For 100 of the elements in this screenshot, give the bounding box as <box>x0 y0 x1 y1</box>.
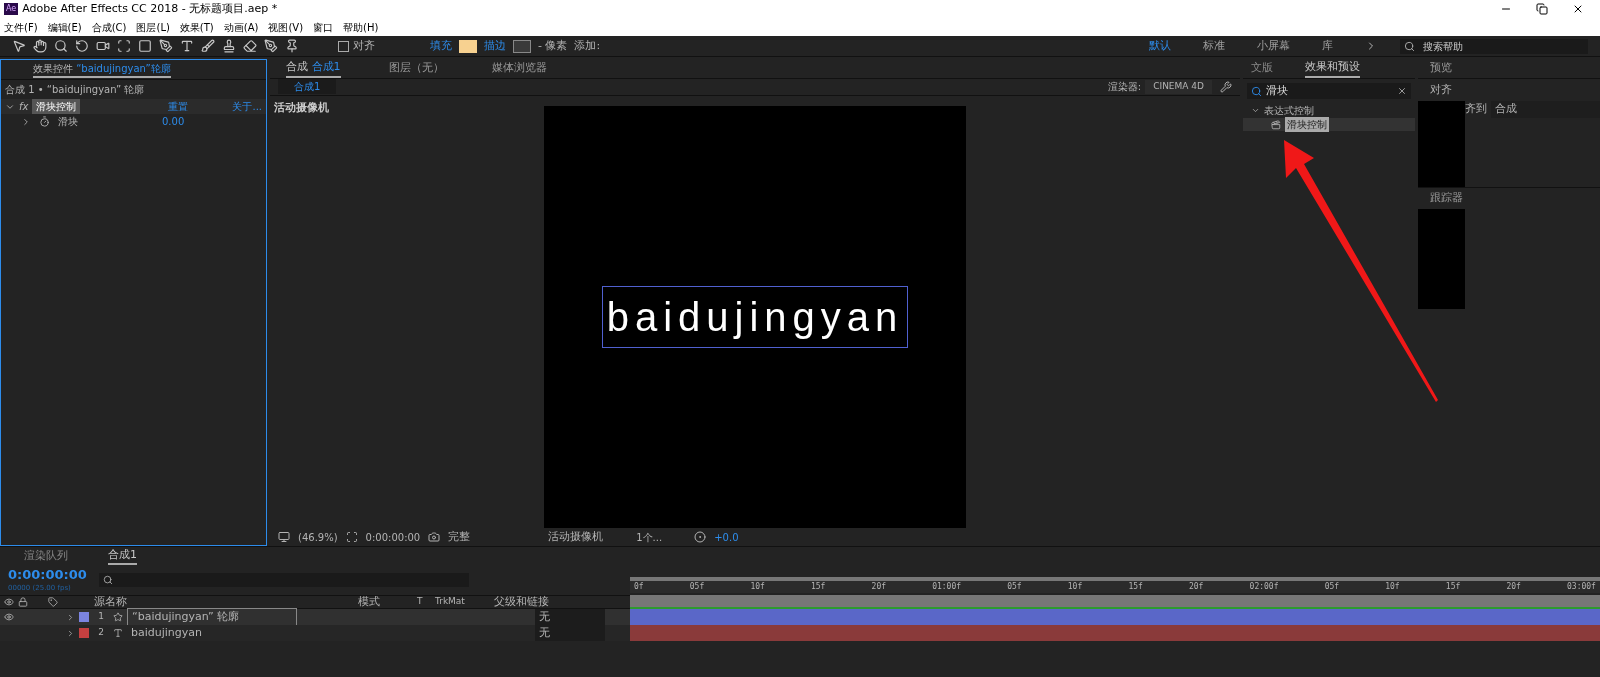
fx-label: fx <box>19 100 29 114</box>
hand-icon[interactable] <box>33 39 47 53</box>
brush-icon[interactable] <box>201 39 215 53</box>
tree-item[interactable]: 滑块控制 <box>1243 118 1415 131</box>
workspace-tab[interactable]: 小屏幕 <box>1257 37 1290 55</box>
lock-icon[interactable] <box>18 597 28 607</box>
time-tick: 10f <box>750 581 765 593</box>
column-header: 父级和链接 <box>494 593 549 610</box>
zoom-dropdown[interactable]: (46.9%) <box>298 529 338 545</box>
grid-icon[interactable] <box>345 531 358 544</box>
expand-icon[interactable] <box>1251 106 1260 115</box>
time-tick: 10f <box>1067 581 1083 593</box>
fill-label[interactable]: 填充 <box>430 37 452 55</box>
column-header: T <box>417 595 424 609</box>
rotate-icon[interactable] <box>75 39 89 53</box>
panel-tab[interactable]: 合成 合成1 <box>286 59 341 78</box>
label-icon[interactable] <box>48 597 58 607</box>
panel-tab[interactable]: 文版 <box>1251 60 1273 77</box>
panel-tab[interactable]: 合成1 <box>108 546 137 566</box>
menu-item[interactable]: 编辑(E) <box>47 19 82 35</box>
timecode[interactable]: 0:00:00:00 <box>8 566 87 583</box>
pin-icon[interactable] <box>285 39 299 53</box>
search-icon <box>102 575 113 585</box>
eraser-icon[interactable] <box>243 39 257 53</box>
panel-tab[interactable]: 效果和预设 <box>1305 59 1360 78</box>
close-icon[interactable] <box>1572 3 1584 15</box>
view-dropdown[interactable]: 活动摄像机 <box>548 528 629 546</box>
display-icon[interactable] <box>278 531 290 544</box>
search-icon <box>1404 40 1415 52</box>
menu-item[interactable]: 图层(L) <box>136 19 170 35</box>
menu-item[interactable]: 合成(C) <box>91 19 127 35</box>
time-tick: 01:00f <box>932 581 962 593</box>
panel-tab[interactable]: 渲染队列 <box>24 547 68 565</box>
property-name: 滑块 <box>58 115 78 129</box>
snapshot-icon[interactable] <box>428 531 441 544</box>
tree-folder[interactable]: 表达式控制 <box>1264 103 1314 118</box>
expand-icon[interactable] <box>21 116 31 127</box>
restore-icon[interactable] <box>1536 3 1548 15</box>
camera-label: 活动摄像机 <box>274 100 329 117</box>
align-to-dropdown[interactable]: 合成 <box>1491 101 1600 118</box>
about-link[interactable]: 关于... <box>232 99 262 114</box>
time-tick: 03:00f <box>1567 581 1596 593</box>
stroke-unit: - 像素 <box>538 37 568 54</box>
panel-tab[interactable]: 媒体浏览器 <box>491 60 547 77</box>
layer-name[interactable]: baidujingyan <box>127 624 297 642</box>
renderer-value[interactable]: CINEMA 4D <box>1145 80 1212 94</box>
label-swatch[interactable] <box>79 628 89 638</box>
menu-item[interactable]: 文件(F) <box>4 19 38 35</box>
checkbox[interactable] <box>338 40 349 52</box>
resolution-dropdown[interactable]: 完整 <box>448 528 509 546</box>
menu-item[interactable]: 效果(T) <box>179 19 214 35</box>
settings-icon[interactable] <box>1220 80 1232 93</box>
search-field[interactable]: 滑块 <box>1247 83 1411 99</box>
app-logo: Ae <box>4 3 19 15</box>
search-field[interactable] <box>98 573 469 587</box>
menu-item[interactable]: 视图(V) <box>268 19 304 35</box>
stamp-icon[interactable] <box>222 39 236 53</box>
composition-tab[interactable]: 合成1 <box>278 79 337 95</box>
time-tick: 02:00f <box>1249 581 1279 593</box>
pointer-icon[interactable] <box>12 39 26 53</box>
search-field[interactable]: 搜索帮助 <box>1400 38 1588 54</box>
timecode[interactable]: 0:00:00:00 <box>365 529 421 545</box>
reset-link[interactable]: 重置 <box>168 99 189 114</box>
visibility-icon[interactable] <box>4 612 14 622</box>
fill-swatch[interactable] <box>459 39 477 53</box>
panel-tab[interactable]: 图层（无） <box>388 60 444 77</box>
menu-item[interactable]: 窗口 <box>313 19 334 35</box>
time-tick: 05f <box>1324 581 1340 593</box>
exposure-value[interactable]: +0.0 <box>714 529 739 545</box>
time-tick: 20f <box>1506 581 1521 593</box>
time-tick: 0f <box>634 581 644 593</box>
label-swatch[interactable] <box>79 612 89 622</box>
canvas-text[interactable]: baidujingyan <box>601 286 909 349</box>
clear-icon[interactable] <box>1397 86 1407 96</box>
visibility-icon[interactable] <box>4 597 14 607</box>
panel-tab[interactable]: 效果控件 “baidujingyan”轮廓 <box>33 61 171 78</box>
workspace-tab[interactable]: 库 <box>1322 37 1333 55</box>
panel-title[interactable]: 跟踪器 <box>1430 190 1463 207</box>
time-tick: 20f <box>1189 581 1204 593</box>
menu-item[interactable]: 动画(A) <box>223 19 259 35</box>
type-icon[interactable] <box>180 39 194 53</box>
property-value[interactable]: 0.00 <box>162 114 185 129</box>
menu-item[interactable]: 帮助(H) <box>343 19 379 35</box>
layer-row[interactable]: 1 “baidujingyan” 轮廓 无 <box>0 609 630 625</box>
zoom-icon[interactable] <box>54 39 68 53</box>
workspace-tab[interactable]: 标准 <box>1203 37 1225 55</box>
workspace-tab[interactable]: 默认 <box>1149 37 1171 55</box>
panel-title[interactable]: 对齐 <box>1430 81 1452 99</box>
panel-title[interactable]: 预览 <box>1430 60 1452 77</box>
stopwatch-icon[interactable] <box>39 116 50 127</box>
exposure-icon[interactable] <box>694 531 707 544</box>
stroke-label[interactable]: 描边 <box>484 37 506 55</box>
camera-icon[interactable] <box>96 39 110 53</box>
pen-icon[interactable] <box>159 39 173 53</box>
stroke-swatch[interactable] <box>513 39 531 53</box>
rectangle-icon[interactable] <box>138 39 152 53</box>
time-tick: 15f <box>1128 581 1143 593</box>
views-dropdown[interactable]: 1个... <box>636 529 687 545</box>
add-label[interactable]: 添加: <box>574 37 601 55</box>
align-label: 对齐 <box>353 37 375 54</box>
